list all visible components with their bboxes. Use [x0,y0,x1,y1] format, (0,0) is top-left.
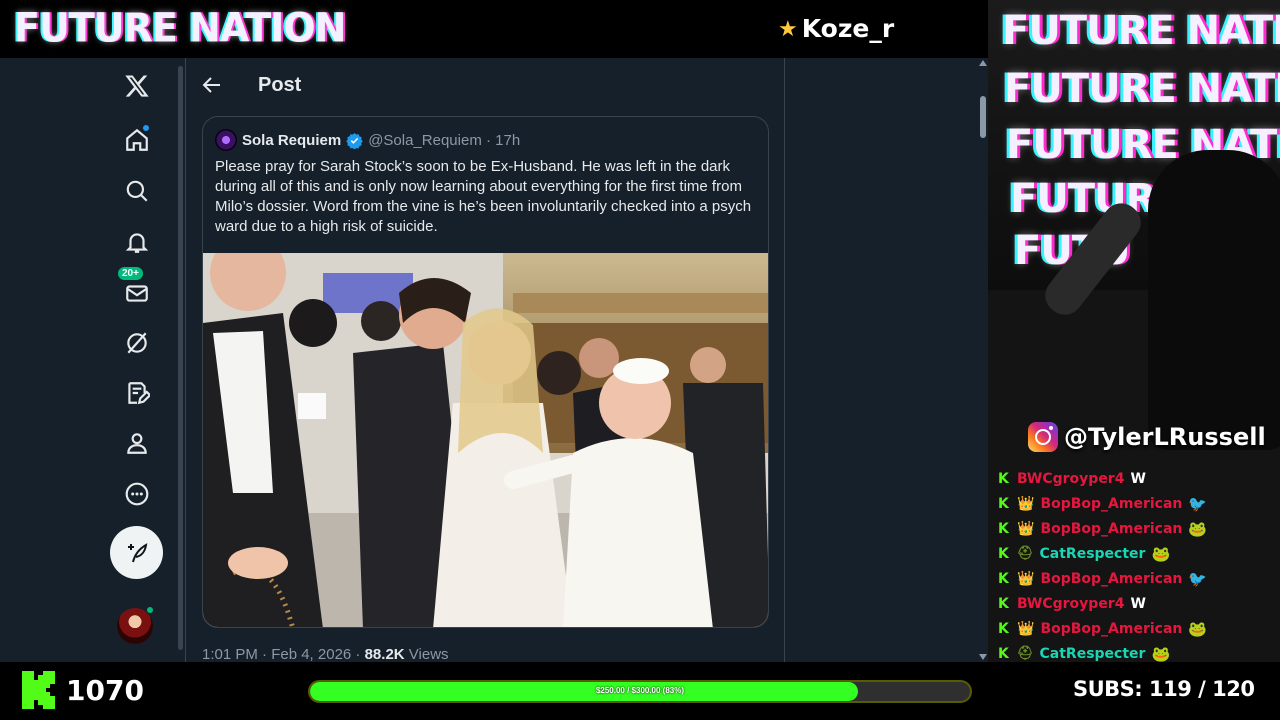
sidebar-scrollbar[interactable] [175,58,185,662]
x-logo-icon[interactable] [110,64,164,108]
neon-sign-line: FUTURE NATION [1004,66,1280,112]
chat-message: K BWCgroyper4 W [998,466,1278,491]
chat-username[interactable]: BopBop_American [1040,571,1182,587]
kick-badge-icon: K [998,520,1009,537]
instagram-tag: @TylerLRussell [1028,422,1266,452]
subs-counter: SUBS: 119 / 120 [1073,677,1255,701]
donation-goal-bar: $250.00 / $300.00 (83%) [308,680,972,703]
neon-sign-line: FUTURE NATION [1002,8,1280,54]
quoted-post-card[interactable]: Sola Requiem @Sola_Requiem · 17h Please … [202,116,769,628]
kick-badge-icon: K [998,470,1009,487]
more-icon[interactable] [110,472,164,516]
post-time-date: 1:01 PM · Feb 4, 2026 · [202,646,365,662]
post-views-count[interactable]: 88.2K [365,646,405,662]
crown-badge-icon: 👑 [1017,620,1035,637]
quote-author-row: Sola Requiem @Sola_Requiem · 17h [215,129,520,151]
kick-badge-icon: K [998,645,1009,662]
twitter-window: 20+ Post Sola Requiem @Sola_Requiem · 17… [0,58,988,662]
helmet-badge-icon: ⛑ [1017,546,1034,561]
messages-badge: 20+ [118,267,143,280]
scroll-thumb[interactable] [980,96,986,138]
chat-message: K 👑 BopBop_American 🐦 [998,566,1278,591]
helmet-badge-icon: ⛑ [1017,646,1034,661]
live-chat: K BWCgroyper4 W K 👑 BopBop_American 🐦 K 👑 BopBop_… [998,466,1278,663]
crown-badge-icon: 👑 [1017,495,1035,512]
kick-badge-icon: K [998,620,1009,637]
messages-icon[interactable]: 20+ [110,267,164,315]
scroll-down-icon[interactable] [979,654,987,660]
kick-badge-icon: K [998,495,1009,512]
compose-post-button[interactable] [110,526,163,579]
quote-author-meta[interactable]: @Sola_Requiem · 17h [368,132,520,149]
online-dot [146,606,154,614]
back-arrow-icon[interactable] [200,73,224,97]
chat-username[interactable]: BopBop_American [1040,496,1182,512]
chat-username[interactable]: BWCgroyper4 [1017,596,1124,612]
search-icon[interactable] [110,169,164,213]
post-header: Post [200,68,301,102]
quote-author-avatar[interactable] [215,129,237,151]
chat-message-text: W [1130,595,1146,612]
crown-badge-icon: 👑 [1017,570,1035,587]
quote-photo[interactable] [203,253,768,627]
chat-message: K BWCgroyper4 W [998,591,1278,616]
post-meta-line: 1:01 PM · Feb 4, 2026 · 88.2K Views [202,646,449,662]
home-icon[interactable] [110,118,164,162]
stream-bottom-bar: 1070 $250.00 / $300.00 (83%) SUBS: 119 /… [0,662,1280,720]
chat-message: K 👑 BopBop_American 🐸 [998,516,1278,541]
divider [784,58,785,662]
chat-username[interactable]: CatRespecter [1040,646,1146,662]
kick-badge-icon: K [998,595,1009,612]
divider [185,58,186,662]
chair-silhouette [1148,150,1280,450]
chat-username[interactable]: BopBop_American [1040,621,1182,637]
subs-value: 119 / 120 [1149,677,1255,701]
streamer-name: Koze_r [801,14,895,43]
instagram-handle: @TylerLRussell [1064,423,1266,451]
chat-message-text: W [1130,470,1146,487]
verified-badge-icon [346,132,363,149]
twitter-sidebar-nav: 20+ [110,58,164,662]
kick-badge-icon: K [998,570,1009,587]
post-views-label: Views [404,646,449,662]
follower-count: 1070 [66,674,144,707]
quote-author-name[interactable]: Sola Requiem [242,132,341,149]
chat-emote-icon: 🐸 [1151,644,1171,663]
notifications-icon[interactable] [110,220,164,264]
star-icon: ★ [778,15,798,41]
streamer-tag: ★ Koze_r [778,14,894,43]
chat-emote-icon: 🐸 [1188,519,1208,538]
chat-emote-icon: 🐸 [1151,544,1171,563]
chat-message: K ⛑ CatRespecter 🐸 [998,641,1278,663]
profile-icon[interactable] [110,421,164,465]
subs-label: SUBS: [1073,677,1143,701]
future-nation-logo: FUTURE NATION [14,4,346,52]
chat-message: K 👑 BopBop_American 🐸 [998,616,1278,641]
instagram-icon [1028,422,1058,452]
page-title: Post [258,73,302,96]
notification-dot [142,124,150,132]
scroll-up-icon[interactable] [979,60,987,66]
page-scrollbar[interactable] [978,58,988,662]
chat-username[interactable]: CatRespecter [1040,546,1146,562]
chat-message: K 👑 BopBop_American 🐦 [998,491,1278,516]
donation-goal-label: $250.00 / $300.00 (83%) [595,686,685,695]
chat-message: K ⛑ CatRespecter 🐸 [998,541,1278,566]
chat-username[interactable]: BWCgroyper4 [1017,471,1124,487]
chat-emote-icon: 🐦 [1188,494,1208,513]
webcam-chat-panel: FUTURE NATION FUTURE NATION FUTURE NATIO… [988,0,1280,662]
wedding-photo-image [203,253,768,627]
grok-icon[interactable] [110,321,164,365]
quote-text: Please pray for Sarah Stock’s soon to be… [215,158,752,235]
crown-badge-icon: 👑 [1017,520,1035,537]
chat-emote-icon: 🐦 [1188,569,1208,588]
kick-logo-icon [22,671,55,709]
stream-top-bar: FUTURE NATION ★ Koze_r [0,0,988,58]
chat-username[interactable]: BopBop_American [1040,521,1182,537]
feather-plus-icon [127,542,147,562]
chat-emote-icon: 🐸 [1188,619,1208,638]
kick-badge-icon: K [998,545,1009,562]
lists-icon[interactable] [110,371,164,415]
